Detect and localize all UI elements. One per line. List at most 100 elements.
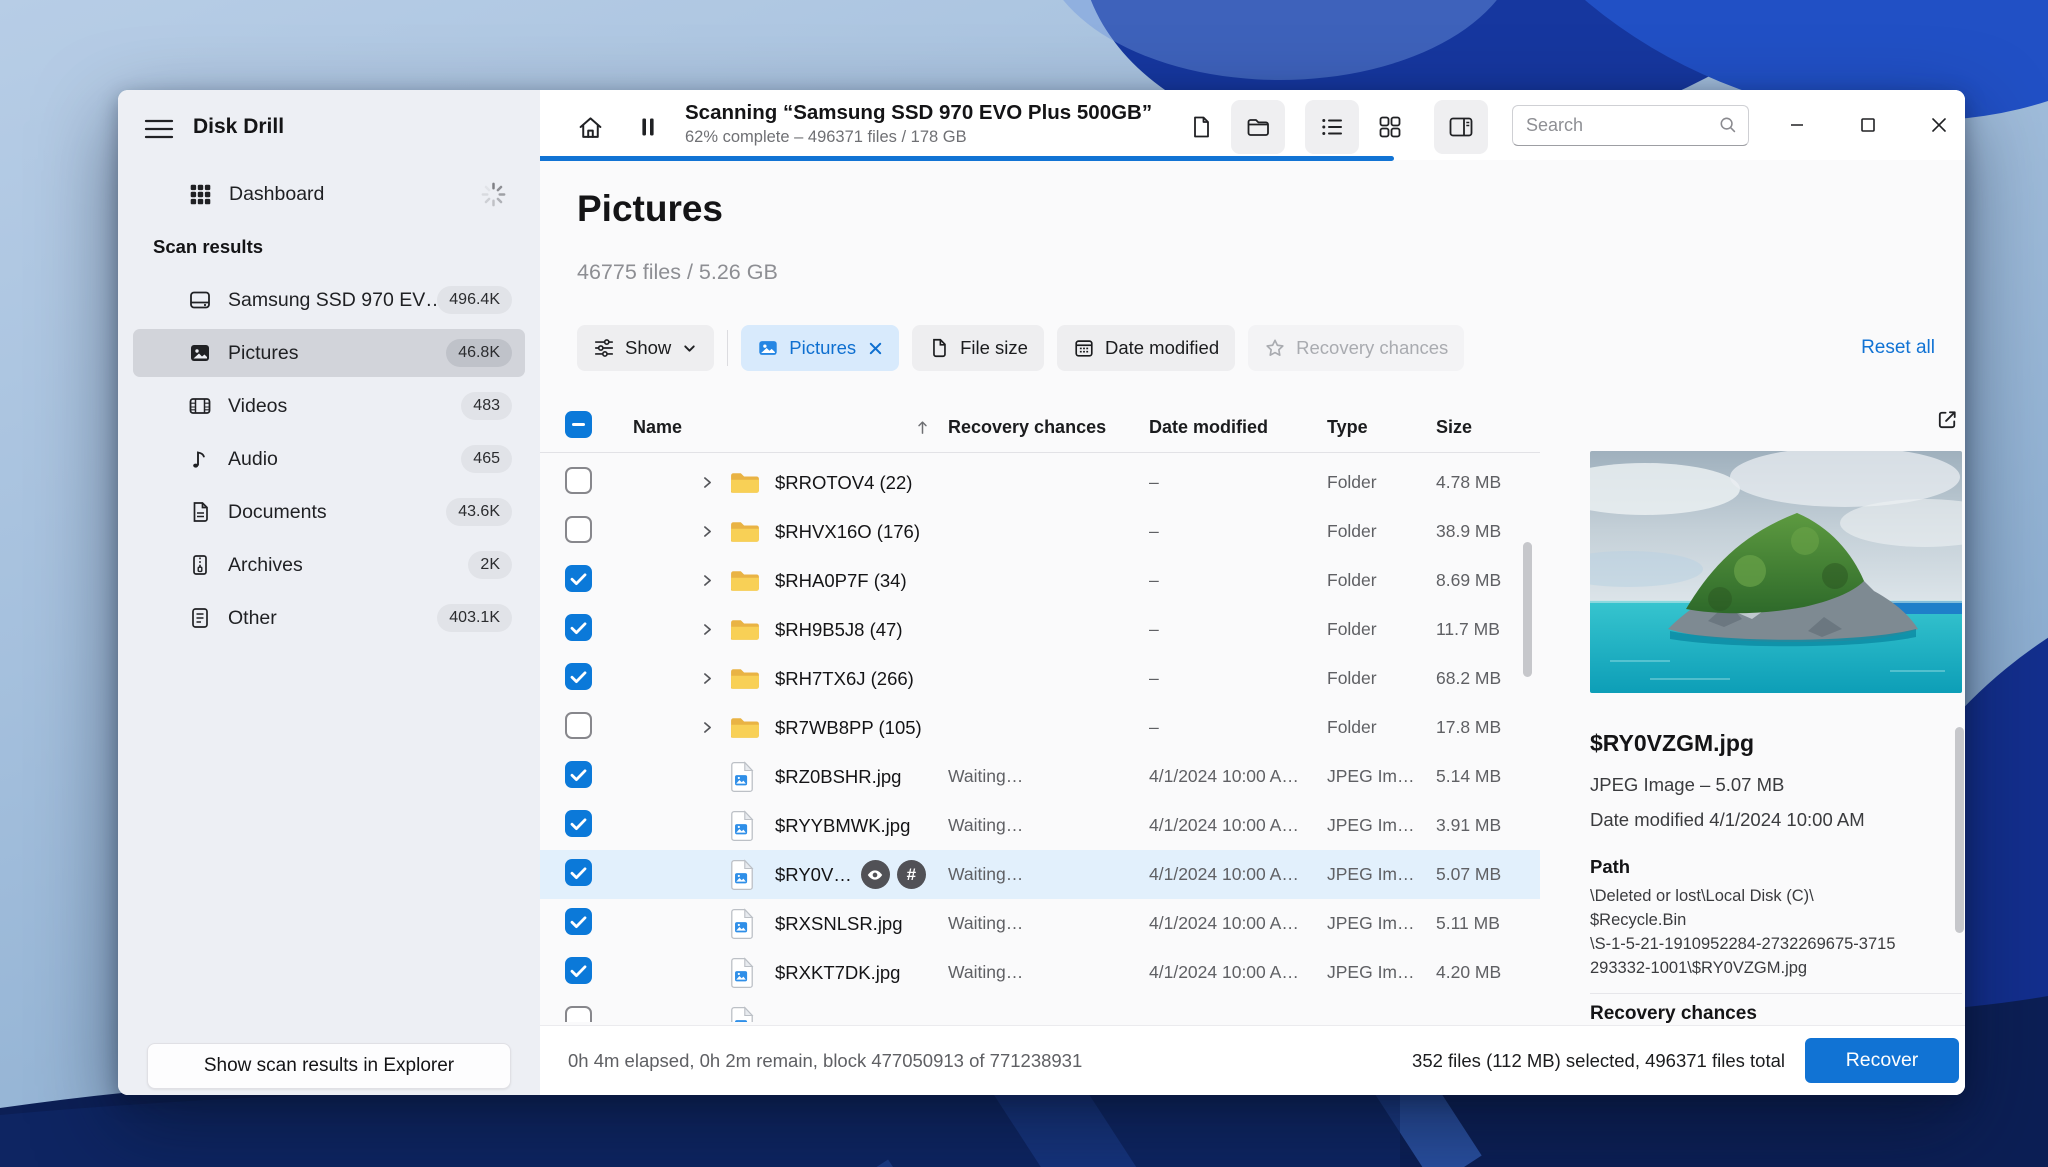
date-cell: – <box>1149 668 1159 688</box>
row-checkbox[interactable] <box>565 564 592 592</box>
file-table: $RROTOV4 (22) – Folder 4.78 MB $RHVX16O … <box>540 458 1540 1022</box>
sidebar-item-other[interactable]: Other 403.1K <box>133 594 525 642</box>
pause-icon[interactable] <box>621 100 675 154</box>
eye-badge-icon[interactable] <box>860 860 890 889</box>
preview-scrollbar[interactable] <box>1955 727 1964 933</box>
recover-button[interactable]: Recover <box>1805 1038 1959 1083</box>
filter-chip-label: Pictures <box>789 337 857 358</box>
size-cell: 5.14 MB <box>1436 766 1502 786</box>
file-path-line: $Recycle.Bin <box>1590 911 1687 929</box>
sidebar-item-pictures[interactable]: Pictures 46.8K <box>133 329 525 377</box>
table-row[interactable]: $RROTOV4 (22) – Folder 4.78 MB <box>540 458 1540 507</box>
sidebar-item-audio[interactable]: Audio 465 <box>133 435 525 483</box>
selection-summary: 352 files (112 MB) selected, 496371 file… <box>1412 1049 1785 1071</box>
sidebar-item-label: Audio <box>228 447 278 470</box>
filter-chip-recovery-chances[interactable]: Recovery chances <box>1248 325 1465 371</box>
file-name: $RXKT7DK.jpg <box>775 961 901 983</box>
filter-chip-pictures[interactable]: Pictures <box>741 325 900 371</box>
table-row[interactable]: $RZ0BSHR.jpg Waiting… 4/1/2024 10:00 A… … <box>540 752 1540 801</box>
table-row[interactable]: $RYYBMWK.jpg Waiting… 4/1/2024 10:00 A… … <box>540 801 1540 850</box>
recovery-cell: Waiting… <box>948 864 1024 884</box>
filter-chip-file-size[interactable]: File size <box>912 325 1044 371</box>
jpeg-file-icon <box>731 1005 754 1022</box>
row-checkbox[interactable] <box>565 956 592 984</box>
row-checkbox[interactable] <box>565 515 592 543</box>
jpeg-file-icon <box>731 858 754 890</box>
show-filter-button[interactable]: Show <box>577 325 715 371</box>
item-count-badge: 496.4K <box>437 286 512 314</box>
close-icon[interactable] <box>1914 102 1964 148</box>
menu-icon[interactable] <box>140 113 178 147</box>
column-header-recovery[interactable]: Recovery chances <box>948 417 1149 438</box>
show-in-explorer-button[interactable]: Show scan results in Explorer <box>147 1043 511 1089</box>
table-row[interactable]: $RH7TX6J (266) – Folder 68.2 MB <box>540 654 1540 703</box>
filter-chip-date-modified[interactable]: Date modified <box>1056 325 1236 371</box>
archives-icon <box>188 553 212 577</box>
row-checkbox[interactable] <box>565 711 592 739</box>
list-view-icon[interactable] <box>1305 100 1359 154</box>
date-cell: 4/1/2024 10:00 A… <box>1149 766 1299 786</box>
file-name: $RH7TX6J (266) <box>775 667 914 689</box>
date-cell: – <box>1149 472 1159 492</box>
table-scrollbar[interactable] <box>1523 542 1532 677</box>
row-checkbox[interactable] <box>565 858 592 886</box>
maximize-icon[interactable] <box>1843 102 1893 148</box>
date-cell: – <box>1149 570 1159 590</box>
column-header-date[interactable]: Date modified <box>1149 417 1327 438</box>
preview-panel-icon[interactable] <box>1434 100 1488 154</box>
expand-chevron-icon[interactable] <box>700 475 715 490</box>
table-row[interactable]: $R7WB8PP (105) – Folder 17.8 MB <box>540 703 1540 752</box>
row-checkbox[interactable] <box>565 1005 592 1022</box>
row-checkbox[interactable] <box>565 760 592 788</box>
column-header-name[interactable]: Name <box>606 417 948 438</box>
column-header-size[interactable]: Size <box>1436 417 1540 438</box>
minimize-icon[interactable] <box>1772 102 1822 148</box>
recovery-cell: Waiting… <box>948 766 1024 786</box>
column-header-type[interactable]: Type <box>1327 417 1436 438</box>
table-row[interactable]: $RH9B5J8 (47) – Folder 11.7 MB <box>540 605 1540 654</box>
home-icon[interactable] <box>563 100 617 154</box>
date-cell: – <box>1149 717 1159 737</box>
documents-icon <box>188 500 212 524</box>
table-row[interactable]: $RXSNLSR.jpg Waiting… 4/1/2024 10:00 A… … <box>540 899 1540 948</box>
sidebar-item-archives[interactable]: Archives 2K <box>133 541 525 589</box>
dashboard-icon <box>190 184 211 204</box>
row-checkbox[interactable] <box>565 466 592 494</box>
file-name: $RH9B5J8 (47) <box>775 618 903 640</box>
folder-view-icon[interactable] <box>1231 100 1285 154</box>
table-row[interactable]: $RY0V… # Waiting… 4/1/2024 10:00 A… JPEG… <box>540 850 1540 899</box>
filter-chip-label: Recovery chances <box>1296 337 1449 358</box>
size-cell: 4.20 MB <box>1436 962 1502 982</box>
row-checkbox[interactable] <box>565 662 592 690</box>
table-row[interactable]: $RHA0P7F (34) – Folder 8.69 MB <box>540 556 1540 605</box>
external-link-icon[interactable] <box>1932 406 1962 436</box>
expand-chevron-icon[interactable] <box>700 720 715 735</box>
file-path-line: 293332-1001\$RY0VZGM.jpg <box>1590 959 1808 977</box>
expand-chevron-icon[interactable] <box>700 671 715 686</box>
sidebar-item-samsung-ssd-970-ev[interactable]: Samsung SSD 970 EV… 496.4K <box>133 276 525 324</box>
table-row[interactable]: $RHVX16O (176) – Folder 38.9 MB <box>540 507 1540 556</box>
expand-chevron-icon[interactable] <box>700 524 715 539</box>
expand-chevron-icon[interactable] <box>700 622 715 637</box>
row-checkbox[interactable] <box>565 613 592 641</box>
table-row[interactable]: $RXKT7DK.jpg Waiting… 4/1/2024 10:00 A… … <box>540 948 1540 997</box>
sidebar-item-dashboard[interactable]: Dashboard <box>133 170 525 218</box>
new-file-icon[interactable] <box>1174 100 1228 154</box>
select-all-checkbox[interactable] <box>565 411 592 438</box>
table-row[interactable] <box>540 997 1540 1022</box>
sidebar-item-documents[interactable]: Documents 43.6K <box>133 488 525 536</box>
row-checkbox[interactable] <box>565 809 592 837</box>
app-title: Disk Drill <box>193 115 285 138</box>
preview-panel: $RY0VZGM.jpg JPEG Image – 5.07 MB Date m… <box>1590 160 1962 1025</box>
date-cell: – <box>1149 521 1159 541</box>
grid-view-icon[interactable] <box>1363 100 1417 154</box>
search-input[interactable] <box>1512 105 1749 146</box>
row-checkbox[interactable] <box>565 907 592 935</box>
preview-image <box>1590 451 1962 693</box>
hash-badge-icon[interactable]: # <box>896 860 926 889</box>
expand-chevron-icon[interactable] <box>700 573 715 588</box>
remove-filter-icon[interactable] <box>868 341 883 356</box>
preview-date-modified: Date modified 4/1/2024 10:00 AM <box>1590 809 1865 830</box>
content-area: Pictures 46775 files / 5.26 GB Show Pict… <box>540 160 1965 1025</box>
sidebar-item-videos[interactable]: Videos 483 <box>133 382 525 430</box>
